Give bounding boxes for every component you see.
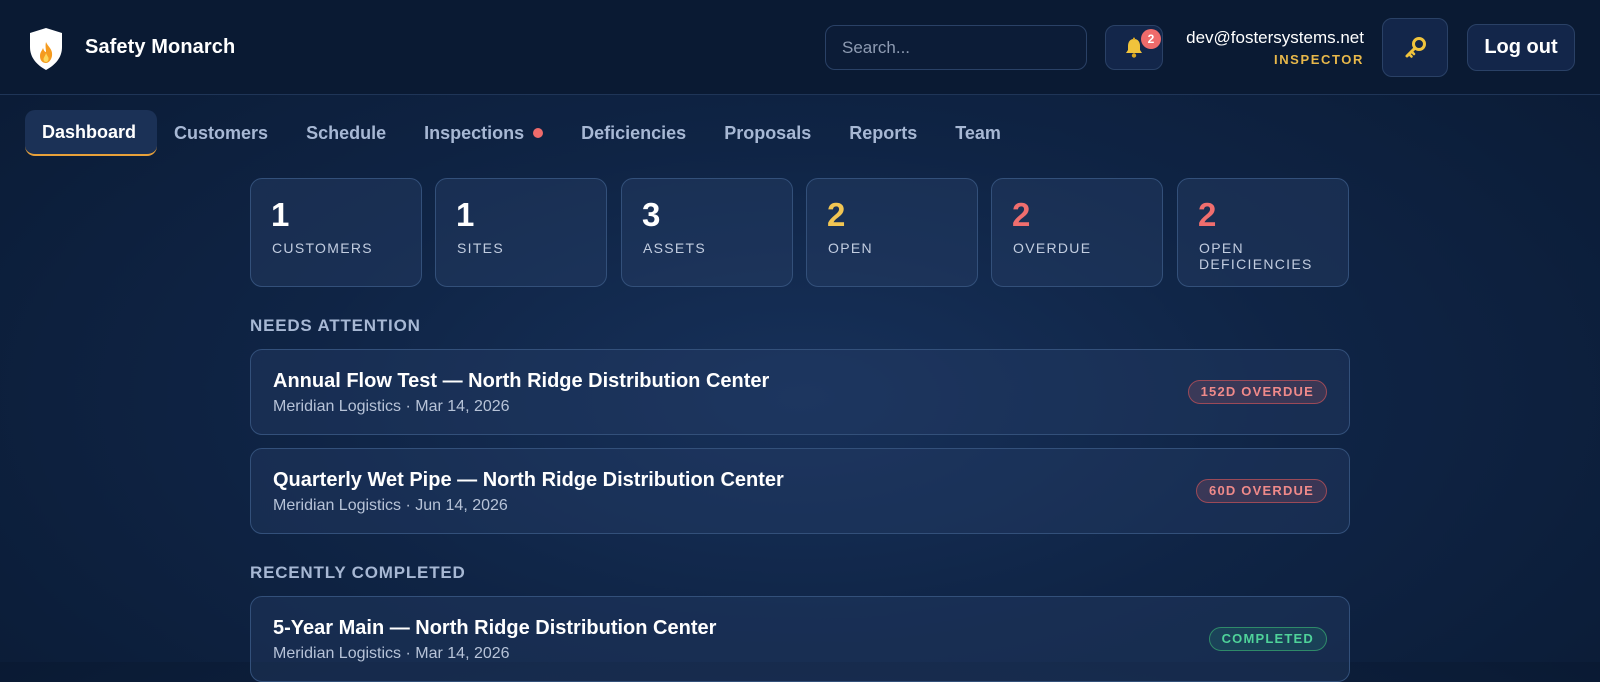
section-title-needs-attention: NEEDS ATTENTION bbox=[250, 316, 421, 335]
stat-value: 3 bbox=[642, 196, 661, 233]
nav-tab-deficiencies[interactable]: Deficiencies bbox=[564, 110, 707, 156]
item-title: Quarterly Wet Pipe — North Ridge Distrib… bbox=[273, 469, 784, 491]
stat-card-overdue[interactable]: 2 OVERDUE bbox=[991, 178, 1163, 287]
stat-label: OPEN bbox=[828, 240, 873, 256]
stat-value: 1 bbox=[456, 196, 475, 233]
stat-value: 2 bbox=[1012, 196, 1031, 233]
stat-cards: 1 CUSTOMERS 1 SITES 3 ASSETS 2 OPEN 2 OV… bbox=[250, 178, 1350, 288]
nav-tab-label: Deficiencies bbox=[581, 123, 687, 143]
search-input[interactable] bbox=[825, 25, 1087, 70]
change-password-button[interactable] bbox=[1382, 18, 1448, 77]
nav-tab-team[interactable]: Team bbox=[938, 110, 1022, 156]
stat-label: OPEN DEFICIENCIES bbox=[1199, 240, 1313, 272]
nav-tab-label: Dashboard bbox=[42, 122, 137, 142]
user-role: INSPECTOR bbox=[1273, 52, 1364, 67]
section-title-recently-completed: RECENTLY COMPLETED bbox=[250, 563, 466, 582]
stat-card-sites[interactable]: 1 SITES bbox=[435, 178, 607, 287]
nav-tab-inspections[interactable]: Inspections bbox=[407, 110, 564, 156]
item-title: Annual Flow Test — North Ridge Distribut… bbox=[273, 370, 770, 392]
alert-dot-icon bbox=[533, 128, 544, 139]
nav-tab-label: Customers bbox=[174, 123, 269, 143]
status-badge: 152D OVERDUE bbox=[1187, 380, 1327, 404]
notifications-button[interactable]: 2 bbox=[1105, 25, 1163, 70]
item-subtitle: Meridian Logistics · Mar 14, 2026 bbox=[273, 645, 510, 662]
stat-value: 2 bbox=[827, 196, 846, 233]
logout-button[interactable]: Log out bbox=[1467, 24, 1575, 71]
stat-card-open[interactable]: 2 OPEN bbox=[806, 178, 978, 287]
stat-card-customers[interactable]: 1 CUSTOMERS bbox=[250, 178, 422, 287]
key-icon bbox=[1405, 37, 1426, 58]
nav-tab-customers[interactable]: Customers bbox=[157, 110, 289, 156]
stat-value: 2 bbox=[1198, 196, 1217, 233]
nav-tab-proposals[interactable]: Proposals bbox=[707, 110, 832, 156]
attention-item[interactable]: Quarterly Wet Pipe — North Ridge Distrib… bbox=[250, 448, 1350, 534]
nav-tab-label: Reports bbox=[849, 123, 918, 143]
attention-item[interactable]: Annual Flow Test — North Ridge Distribut… bbox=[250, 349, 1350, 435]
status-badge: COMPLETED bbox=[1208, 627, 1327, 651]
nav-tab-reports[interactable]: Reports bbox=[832, 110, 938, 156]
top-header: Safety Monarch 2 dev@fostersystems.net I… bbox=[0, 0, 1600, 95]
notification-count-badge: 2 bbox=[1141, 29, 1161, 49]
stat-label: OVERDUE bbox=[1013, 240, 1092, 256]
item-subtitle: Meridian Logistics · Jun 14, 2026 bbox=[273, 497, 508, 514]
completed-item[interactable]: 5-Year Main — North Ridge Distribution C… bbox=[250, 596, 1350, 682]
stat-label: ASSETS bbox=[643, 240, 707, 256]
item-title: 5-Year Main — North Ridge Distribution C… bbox=[273, 617, 717, 639]
stat-card-open-deficiencies[interactable]: 2 OPEN DEFICIENCIES bbox=[1177, 178, 1349, 287]
stat-card-assets[interactable]: 3 ASSETS bbox=[621, 178, 793, 287]
nav-tab-dashboard[interactable]: Dashboard bbox=[25, 110, 158, 156]
stat-value: 1 bbox=[271, 196, 290, 233]
shield-flame-icon bbox=[30, 28, 62, 70]
nav-tab-label: Team bbox=[955, 123, 1001, 143]
status-badge: 60D OVERDUE bbox=[1196, 479, 1327, 503]
nav-tab-label: Proposals bbox=[724, 123, 812, 143]
user-email: dev@fostersystems.net bbox=[1186, 28, 1364, 47]
app-brand: Safety Monarch bbox=[85, 36, 236, 58]
nav-tab-label: Inspections bbox=[424, 123, 525, 143]
stat-label: SITES bbox=[457, 240, 504, 256]
nav-tab-schedule[interactable]: Schedule bbox=[289, 110, 407, 156]
stat-label: CUSTOMERS bbox=[272, 240, 373, 256]
main-nav: Dashboard Customers Schedule Inspections… bbox=[25, 110, 1022, 156]
nav-tab-label: Schedule bbox=[306, 123, 387, 143]
item-subtitle: Meridian Logistics · Mar 14, 2026 bbox=[273, 398, 510, 415]
